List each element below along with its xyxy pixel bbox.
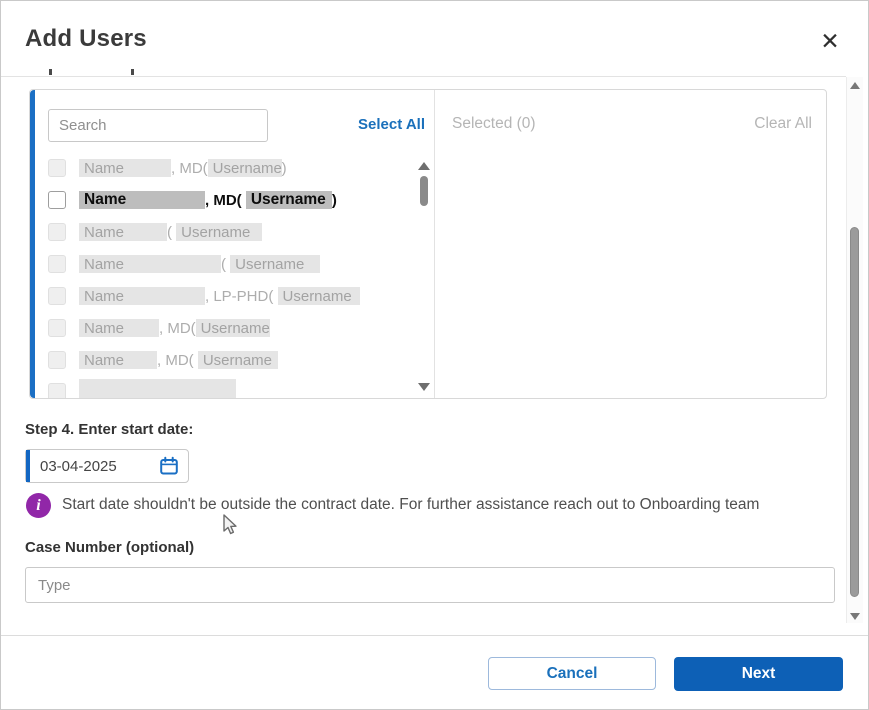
credential-text: , MD( — [171, 159, 208, 177]
panel-divider — [434, 90, 435, 398]
user-checkbox[interactable] — [48, 351, 66, 369]
start-date-hint: i Start date shouldn't be outside the co… — [26, 493, 759, 518]
selected-count-label: Selected (0) — [452, 115, 536, 132]
list-scroll-up-icon[interactable] — [418, 162, 430, 170]
start-date-input[interactable] — [34, 450, 150, 482]
credential-text: , MD( — [159, 319, 196, 337]
user-list: Name , MD( Username ) Name , MD( Usernam… — [48, 152, 408, 398]
info-icon: i — [26, 493, 51, 518]
redacted-name: Name — [79, 191, 205, 209]
redacted-name: Name — [79, 223, 167, 241]
panel-accent-bar — [30, 90, 35, 398]
user-checkbox[interactable] — [48, 287, 66, 305]
user-list-item[interactable]: Name , LP-PHD( Username — [48, 280, 408, 312]
redacted-username: Username — [176, 223, 263, 241]
paren-text: ) — [331, 191, 337, 209]
date-focus-bar — [26, 450, 30, 482]
credential-text: , MD( — [205, 191, 246, 209]
user-list-item[interactable]: Name , MD( Username ) — [48, 152, 408, 184]
credential-text: , LP-PHD( — [205, 287, 278, 305]
redacted-username: Username — [277, 287, 360, 305]
case-number-label: Case Number (optional) — [25, 539, 195, 556]
select-all-link[interactable]: Select All — [355, 116, 425, 133]
info-text: Start date shouldn't be outside the cont… — [62, 496, 760, 513]
start-date-field[interactable] — [25, 449, 189, 483]
case-number-input[interactable] — [25, 567, 835, 603]
redacted-name: Name — [79, 319, 159, 337]
scroll-up-icon[interactable] — [850, 82, 860, 89]
redacted-name — [79, 379, 236, 398]
user-checkbox[interactable] — [48, 255, 66, 273]
redacted-username: Username — [197, 351, 278, 369]
user-checkbox[interactable] — [48, 383, 66, 398]
user-list-item[interactable] — [48, 376, 408, 398]
redacted-username: Username — [245, 191, 332, 209]
next-button[interactable]: Next — [674, 657, 843, 691]
list-scrollbar-thumb[interactable] — [420, 176, 428, 206]
redacted-name: Name — [79, 351, 157, 369]
modal-scrollbar-thumb[interactable] — [850, 227, 859, 597]
user-list-item[interactable]: Name , MD( Username — [48, 344, 408, 376]
user-checkbox[interactable] — [48, 319, 66, 337]
scroll-down-icon[interactable] — [850, 613, 860, 620]
user-picker-panel: Select All Name , MD( Username ) Name , … — [29, 89, 827, 399]
user-list-item[interactable]: Name ( Username — [48, 216, 408, 248]
credential-text: ( — [167, 223, 177, 241]
paren-text: ) — [281, 159, 287, 177]
user-list-item[interactable]: Name ( Username — [48, 248, 408, 280]
redacted-username: Username — [230, 255, 321, 273]
redacted-username: Username — [207, 159, 282, 177]
redacted-name: Name — [79, 287, 205, 305]
credential-text: ( — [221, 255, 231, 273]
body-top-divider — [1, 76, 846, 77]
footer-divider — [1, 635, 868, 636]
calendar-icon[interactable] — [159, 456, 179, 476]
clipped-text-remnant — [49, 69, 52, 75]
modal-scrollbar[interactable] — [846, 77, 863, 623]
clipped-text-remnant — [131, 69, 134, 75]
search-input[interactable] — [48, 109, 268, 142]
user-checkbox[interactable] — [48, 159, 66, 177]
close-icon[interactable]: ✕ — [816, 27, 844, 55]
modal-title: Add Users — [25, 25, 147, 52]
redacted-name: Name — [79, 159, 171, 177]
user-checkbox[interactable] — [48, 223, 66, 241]
clear-all-link[interactable]: Clear All — [754, 115, 812, 133]
redacted-username: Username — [195, 319, 270, 337]
list-scroll-down-icon[interactable] — [418, 383, 430, 391]
user-checkbox[interactable] — [48, 191, 66, 209]
add-users-modal: Add Users ✕ Select All Name , MD( Userna… — [0, 0, 869, 710]
credential-text: , MD( — [157, 351, 198, 369]
user-list-item[interactable]: Name , MD( Username ) — [48, 184, 408, 216]
cancel-button[interactable]: Cancel — [488, 657, 656, 690]
step4-label: Step 4. Enter start date: — [25, 421, 194, 438]
redacted-name: Name — [79, 255, 221, 273]
user-list-item[interactable]: Name , MD( Username — [48, 312, 408, 344]
